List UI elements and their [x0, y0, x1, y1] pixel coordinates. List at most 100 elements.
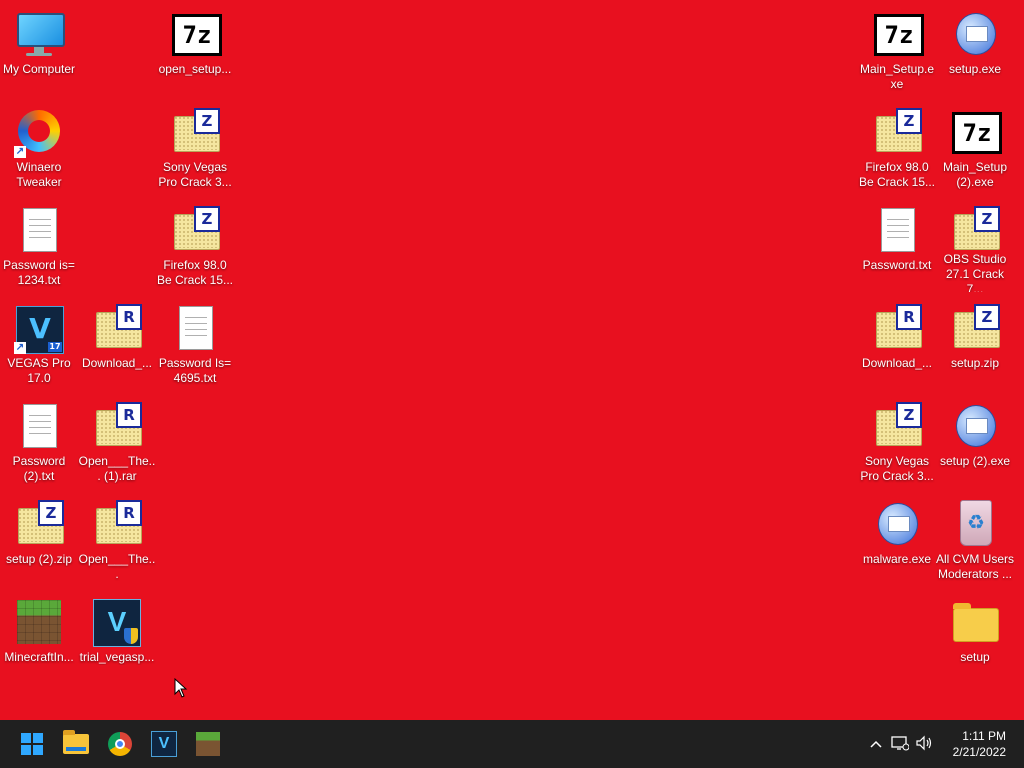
windows-logo-icon [21, 733, 43, 755]
icon-label: Main_Setup.exe [859, 62, 935, 91]
recycle-bin-icon: ♻ [950, 500, 1000, 550]
zip-archive-icon: Z [170, 206, 220, 256]
setup-2-zip-file[interactable]: Z setup (2).zip [0, 492, 78, 586]
icon-label: My Computer [2, 62, 76, 76]
password-txt-file[interactable]: Password.txt [858, 198, 936, 292]
icon-label: Sony Vegas Pro Crack 3... [860, 454, 934, 483]
vegas-app-icon: V [151, 731, 177, 757]
open-the-1-rar-file[interactable]: R Open___The... (1).rar [78, 394, 156, 488]
icon-label: Password (2).txt [12, 454, 66, 483]
chrome-icon [108, 732, 132, 756]
file-explorer-icon [63, 730, 89, 754]
winaero-swirl-icon: ↗ [14, 108, 64, 158]
main-setup-2-exe-file[interactable]: 7z Main_Setup (2).exe [936, 100, 1014, 194]
trial-vegas-file[interactable]: V trial_vegasp... [78, 590, 156, 684]
mail-globe-icon [950, 10, 1000, 60]
malware-exe-file[interactable]: malware.exe [858, 492, 936, 586]
7zip-icon: 7z [950, 108, 1002, 158]
text-document-icon [170, 304, 220, 354]
taskbar-clock[interactable]: 1:11 PM 2/21/2022 [926, 728, 1006, 760]
clock-date: 2/21/2022 [952, 745, 1006, 759]
firefox-crack-zip-right[interactable]: Z Firefox 98.0 Be Crack 15... [858, 100, 936, 194]
desktop: My Computer ↗ Winaero Tweaker Password i… [0, 0, 1024, 720]
7zip-icon: 7z [170, 10, 222, 60]
rar-archive-icon: R [92, 304, 142, 354]
icon-label: Download_... [861, 356, 933, 370]
zip-archive-icon: Z [14, 500, 64, 550]
zip-archive-icon: Z [950, 206, 1000, 250]
vegas-installer-icon: V [92, 598, 142, 648]
icon-label: Firefox 98.0 Be Crack 15... [858, 160, 936, 189]
rar-archive-icon: R [92, 402, 142, 452]
setup-zip-file[interactable]: Z setup.zip [936, 296, 1014, 390]
zip-archive-icon: Z [950, 304, 1000, 354]
download-rar-file-right[interactable]: R Download_... [858, 296, 936, 390]
vegas-pro-shortcut[interactable]: V 17 ↗ VEGAS Pro 17.0 [0, 296, 78, 390]
icon-label: Open___The... [78, 552, 156, 581]
text-document-icon [14, 402, 64, 452]
icon-label: Open___The... (1).rar [78, 454, 156, 483]
my-computer-icon[interactable]: My Computer [0, 2, 78, 96]
main-setup-exe-file[interactable]: 7z Main_Setup.exe [858, 2, 936, 96]
monitor-icon [14, 10, 65, 60]
taskbar-vegas[interactable]: V [144, 724, 184, 764]
icon-label: Main_Setup (2).exe [942, 160, 1008, 189]
sony-vegas-crack-zip-1[interactable]: Z Sony Vegas Pro Crack 3... [156, 100, 234, 194]
text-document-icon [872, 206, 922, 256]
icon-label: OBS Studio 27.1 Crack 7... [943, 252, 1007, 292]
minecraft-grass-icon [14, 598, 64, 648]
sony-vegas-crack-zip-2[interactable]: Z Sony Vegas Pro Crack 3... [858, 394, 936, 488]
text-document-icon [14, 206, 64, 256]
icon-label: Download_... [81, 356, 153, 370]
chevron-up-icon[interactable] [864, 736, 888, 752]
minecraft-installer[interactable]: MinecraftIn... [0, 590, 78, 684]
password-4695-file[interactable]: Password Is= 4695.txt [156, 296, 234, 390]
download-rar-file[interactable]: R Download_... [78, 296, 156, 390]
icon-label: setup [960, 650, 990, 664]
setup-folder[interactable]: setup [936, 590, 1014, 684]
winaero-tweaker-shortcut[interactable]: ↗ Winaero Tweaker [0, 100, 78, 194]
icon-label: open_setup... [158, 62, 232, 76]
icon-label: setup (2).exe [939, 454, 1011, 468]
clock-time: 1:11 PM [962, 729, 1006, 743]
password-1234-file[interactable]: Password is= 1234.txt [0, 198, 78, 292]
mouse-cursor-icon [174, 678, 188, 698]
minecraft-grass-icon [196, 732, 220, 756]
icon-label: malware.exe [862, 552, 932, 566]
icon-label: Password Is= 4695.txt [158, 356, 232, 385]
icon-label: VEGAS Pro 17.0 [7, 356, 71, 385]
rar-archive-icon: R [92, 500, 142, 550]
icon-label: All CVM Users Moderators ... [936, 552, 1014, 581]
7zip-icon: 7z [872, 10, 924, 60]
setup-exe-file[interactable]: setup.exe [936, 2, 1014, 96]
open-the-rar-file[interactable]: R Open___The... [78, 492, 156, 586]
password-2-file[interactable]: Password (2).txt [0, 394, 78, 488]
firefox-crack-zip-left[interactable]: Z Firefox 98.0 Be Crack 15... [156, 198, 234, 292]
icon-label: Password.txt [862, 258, 932, 272]
obs-crack-zip-file[interactable]: Z OBS Studio 27.1 Crack 7... [936, 198, 1014, 292]
network-icon[interactable] [888, 735, 912, 754]
icon-label: setup.zip [950, 356, 1000, 370]
icon-label: setup (2).zip [5, 552, 73, 566]
icon-label: MinecraftIn... [4, 650, 74, 664]
mail-globe-icon [950, 402, 1000, 452]
zip-archive-icon: Z [170, 108, 220, 158]
zip-archive-icon: Z [872, 402, 922, 452]
taskbar: V 1:11 PM 2/21/2022 [0, 720, 1024, 768]
vegas-app-icon: V 17 ↗ [14, 304, 64, 354]
mail-globe-icon [872, 500, 922, 550]
taskbar-chrome[interactable] [100, 724, 140, 764]
icon-label: Sony Vegas Pro Crack 3... [158, 160, 232, 189]
icon-label: setup.exe [948, 62, 1002, 76]
taskbar-minecraft[interactable] [188, 724, 228, 764]
icon-label: Password is= 1234.txt [3, 258, 75, 287]
recycle-bin[interactable]: ♻ All CVM Users Moderators ... [936, 492, 1014, 586]
folder-icon [950, 598, 1000, 648]
icon-label: trial_vegasp... [79, 650, 155, 664]
rar-archive-icon: R [872, 304, 922, 354]
start-button[interactable] [12, 724, 52, 764]
setup-2-exe-file[interactable]: setup (2).exe [936, 394, 1014, 488]
taskbar-file-explorer[interactable] [56, 724, 96, 764]
zip-archive-icon: Z [872, 108, 922, 158]
open-setup-7z-file[interactable]: 7z open_setup... [156, 2, 234, 96]
